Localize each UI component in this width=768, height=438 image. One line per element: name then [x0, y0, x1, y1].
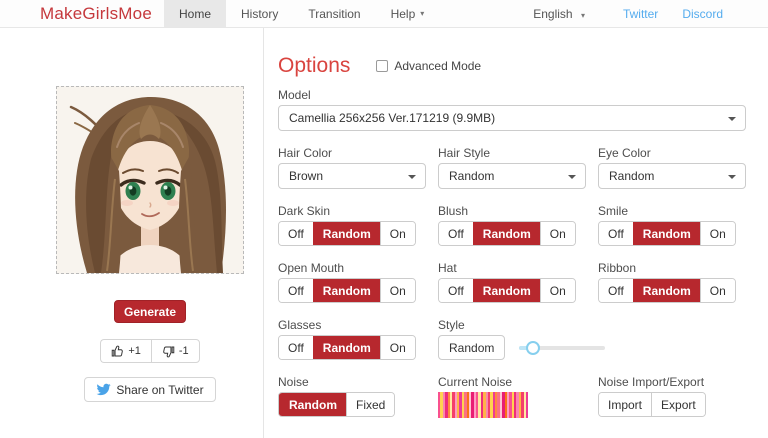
open-mouth-off[interactable]: Off [279, 279, 313, 302]
thumbs-down-icon [162, 345, 175, 358]
blush-toggle: Off Random On [438, 221, 576, 246]
glasses-off[interactable]: Off [279, 336, 313, 359]
language-selector[interactable]: English ▾ [533, 7, 585, 21]
open-mouth-label: Open Mouth [278, 261, 426, 275]
ribbon-toggle: Off Random On [598, 278, 736, 303]
advanced-mode-control[interactable]: Advanced Mode [376, 59, 481, 73]
twitter-bird-icon [96, 382, 111, 397]
hair-color-select[interactable]: Brown [278, 163, 426, 189]
style-slider-handle[interactable] [526, 341, 540, 355]
nav-tab-home[interactable]: Home [164, 0, 226, 27]
nav-tabs: Home History Transition Help ▾ [164, 0, 439, 27]
dark-skin-label: Dark Skin [278, 204, 426, 218]
import-button[interactable]: Import [599, 393, 651, 416]
glasses-random[interactable]: Random [313, 336, 380, 359]
blush-label: Blush [438, 204, 586, 218]
hair-style-select[interactable]: Random [438, 163, 586, 189]
thumbs-up-icon [111, 345, 124, 358]
nav-tab-help[interactable]: Help ▾ [376, 0, 440, 27]
current-noise-label: Current Noise [438, 375, 586, 389]
hair-style-label: Hair Style [438, 146, 586, 160]
upvote-label: +1 [128, 345, 141, 357]
blush-off[interactable]: Off [439, 222, 473, 245]
advanced-mode-checkbox[interactable] [376, 60, 388, 72]
navbar: MakeGirlsMoe Home History Transition Hel… [0, 0, 768, 28]
generated-image [56, 86, 244, 274]
style-random-button[interactable]: Random [438, 335, 505, 360]
hat-off[interactable]: Off [439, 279, 473, 302]
open-mouth-random[interactable]: Random [313, 279, 380, 302]
blush-on[interactable]: On [540, 222, 575, 245]
current-noise-barcode [438, 392, 528, 418]
hat-label: Hat [438, 261, 586, 275]
ribbon-random[interactable]: Random [633, 279, 700, 302]
upvote-button[interactable]: +1 [100, 339, 151, 363]
ribbon-off[interactable]: Off [599, 279, 633, 302]
caret-down-icon: ▾ [420, 9, 424, 18]
hair-color-value: Brown [289, 169, 323, 183]
twitter-link[interactable]: Twitter [623, 7, 658, 21]
glasses-on[interactable]: On [380, 336, 415, 359]
ribbon-on[interactable]: On [700, 279, 735, 302]
model-label: Model [278, 88, 746, 102]
model-select[interactable]: Camellia 256x256 Ver.171219 (9.9MB) [278, 105, 746, 131]
ribbon-label: Ribbon [598, 261, 746, 275]
discord-link[interactable]: Discord [682, 7, 723, 21]
noise-label: Noise [278, 375, 426, 389]
style-slider[interactable] [519, 341, 605, 355]
smile-on[interactable]: On [700, 222, 735, 245]
eye-color-label: Eye Color [598, 146, 746, 160]
smile-random[interactable]: Random [633, 222, 700, 245]
smile-off[interactable]: Off [599, 222, 633, 245]
export-button[interactable]: Export [651, 393, 705, 416]
smile-label: Smile [598, 204, 746, 218]
hat-random[interactable]: Random [473, 279, 540, 302]
generate-button[interactable]: Generate [114, 300, 186, 323]
caret-down-icon: ▾ [581, 11, 585, 20]
noise-random[interactable]: Random [279, 393, 346, 416]
dark-skin-off[interactable]: Off [279, 222, 313, 245]
hair-color-label: Hair Color [278, 146, 426, 160]
noise-import-export-label: Noise Import/Export [598, 375, 746, 389]
dark-skin-random[interactable]: Random [313, 222, 380, 245]
nav-tab-history[interactable]: History [226, 0, 293, 27]
share-twitter-button[interactable]: Share on Twitter [84, 377, 215, 402]
downvote-label: -1 [179, 345, 189, 357]
open-mouth-toggle: Off Random On [278, 278, 416, 303]
vote-button-group: +1 -1 [100, 339, 199, 363]
hat-toggle: Off Random On [438, 278, 576, 303]
hat-on[interactable]: On [540, 279, 575, 302]
options-title: Options [278, 54, 350, 78]
result-panel: Generate +1 -1 [0, 28, 264, 438]
nav-right: English ▾ Twitter Discord [533, 0, 768, 27]
noise-toggle: Random Fixed [278, 392, 395, 417]
nav-tab-help-label: Help [391, 7, 416, 21]
dark-skin-on[interactable]: On [380, 222, 415, 245]
blush-random[interactable]: Random [473, 222, 540, 245]
share-twitter-label: Share on Twitter [116, 383, 203, 397]
eye-color-select[interactable]: Random [598, 163, 746, 189]
anime-portrait-illustration [57, 87, 243, 273]
downvote-button[interactable]: -1 [151, 339, 200, 363]
style-label: Style [438, 318, 746, 332]
noise-fixed[interactable]: Fixed [346, 393, 394, 416]
language-label: English [533, 7, 572, 21]
brand-logo[interactable]: MakeGirlsMoe [0, 0, 164, 27]
open-mouth-on[interactable]: On [380, 279, 415, 302]
glasses-label: Glasses [278, 318, 426, 332]
options-panel: Options Advanced Mode Model Camellia 256… [264, 28, 768, 438]
advanced-mode-label: Advanced Mode [394, 59, 481, 73]
hair-style-value: Random [449, 169, 494, 183]
smile-toggle: Off Random On [598, 221, 736, 246]
glasses-toggle: Off Random On [278, 335, 416, 360]
dark-skin-toggle: Off Random On [278, 221, 416, 246]
eye-color-value: Random [609, 169, 654, 183]
import-export-group: Import Export [598, 392, 706, 417]
nav-tab-transition[interactable]: Transition [293, 0, 375, 27]
model-select-value: Camellia 256x256 Ver.171219 (9.9MB) [289, 111, 495, 125]
